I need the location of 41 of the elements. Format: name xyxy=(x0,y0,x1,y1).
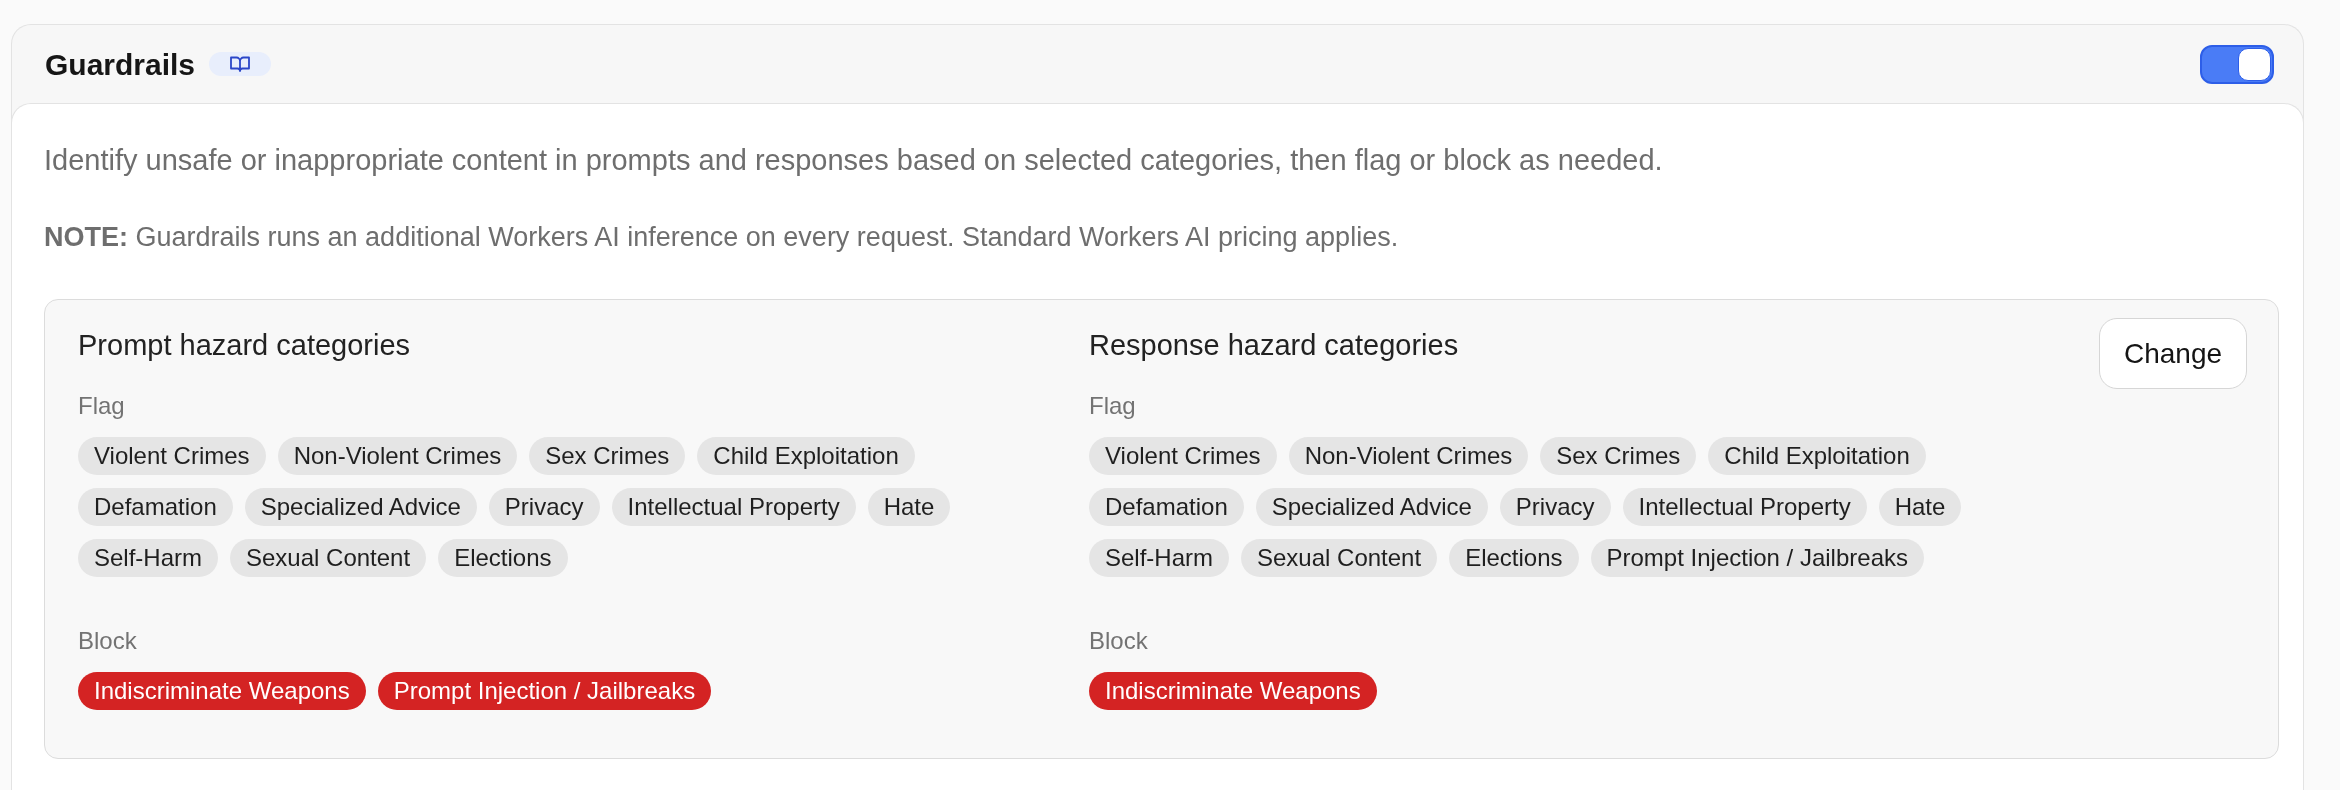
category-tag: Intellectual Property xyxy=(611,488,856,526)
category-tag: Specialized Advice xyxy=(1255,488,1488,526)
category-tag: Self-Harm xyxy=(78,539,218,577)
category-tag: Indiscriminate Weapons xyxy=(78,672,366,710)
category-tag: Violent Crimes xyxy=(1089,437,1277,475)
category-tag: Elections xyxy=(438,539,568,577)
group-label: Flag xyxy=(1089,391,1137,420)
category-tag: Intellectual Property xyxy=(1622,488,1867,526)
description-text: Identify unsafe or inappropriate content in prompts and responses based on selected categories, then flag or block as needed. xyxy=(44,143,1664,178)
category-tag: Self-Harm xyxy=(1089,539,1229,577)
group-label: Block xyxy=(1089,626,1149,655)
category-tag: Specialized Advice xyxy=(244,488,477,526)
category-tag: Non-Violent Crimes xyxy=(277,437,518,475)
change-button[interactable]: Change xyxy=(2099,318,2247,389)
category-tag: Prompt Injection / Jailbreaks xyxy=(377,672,712,710)
category-tag: Elections xyxy=(1449,539,1579,577)
column-title: Response hazard categories xyxy=(1089,328,1460,362)
toggle-switch[interactable] xyxy=(2200,44,2274,84)
book-icon xyxy=(230,56,251,72)
category-tag: Sex Crimes xyxy=(1540,437,1697,475)
category-tag: Indiscriminate Weapons xyxy=(1089,672,1377,710)
category-tag: Defamation xyxy=(1089,488,1244,526)
category-tag: Sex Crimes xyxy=(529,437,686,475)
note-text: NOTE: Guardrails runs an additional Workers AI inference on every request. Standard Workers AI pricing applies. xyxy=(44,221,1400,254)
section-title: Guardrails xyxy=(45,46,196,83)
category-tag: Privacy xyxy=(1499,488,1611,526)
column-title: Prompt hazard categories xyxy=(78,328,412,362)
group-label: Flag xyxy=(78,391,126,420)
category-tag: Hate xyxy=(867,488,951,526)
category-tag: Privacy xyxy=(488,488,600,526)
category-tag: Child Exploitation xyxy=(697,437,915,475)
category-tag: Defamation xyxy=(78,488,233,526)
category-tag: Prompt Injection / Jailbreaks xyxy=(1590,539,1924,577)
category-tag: Violent Crimes xyxy=(78,437,266,475)
docs-link[interactable] xyxy=(209,52,272,76)
category-tag: Hate xyxy=(1878,488,1962,526)
group-label: Block xyxy=(78,626,138,655)
category-tag: Sexual Content xyxy=(1241,539,1438,577)
category-tag: Child Exploitation xyxy=(1708,437,1926,475)
category-tag: Non-Violent Crimes xyxy=(1288,437,1529,475)
category-tag: Sexual Content xyxy=(230,539,427,577)
